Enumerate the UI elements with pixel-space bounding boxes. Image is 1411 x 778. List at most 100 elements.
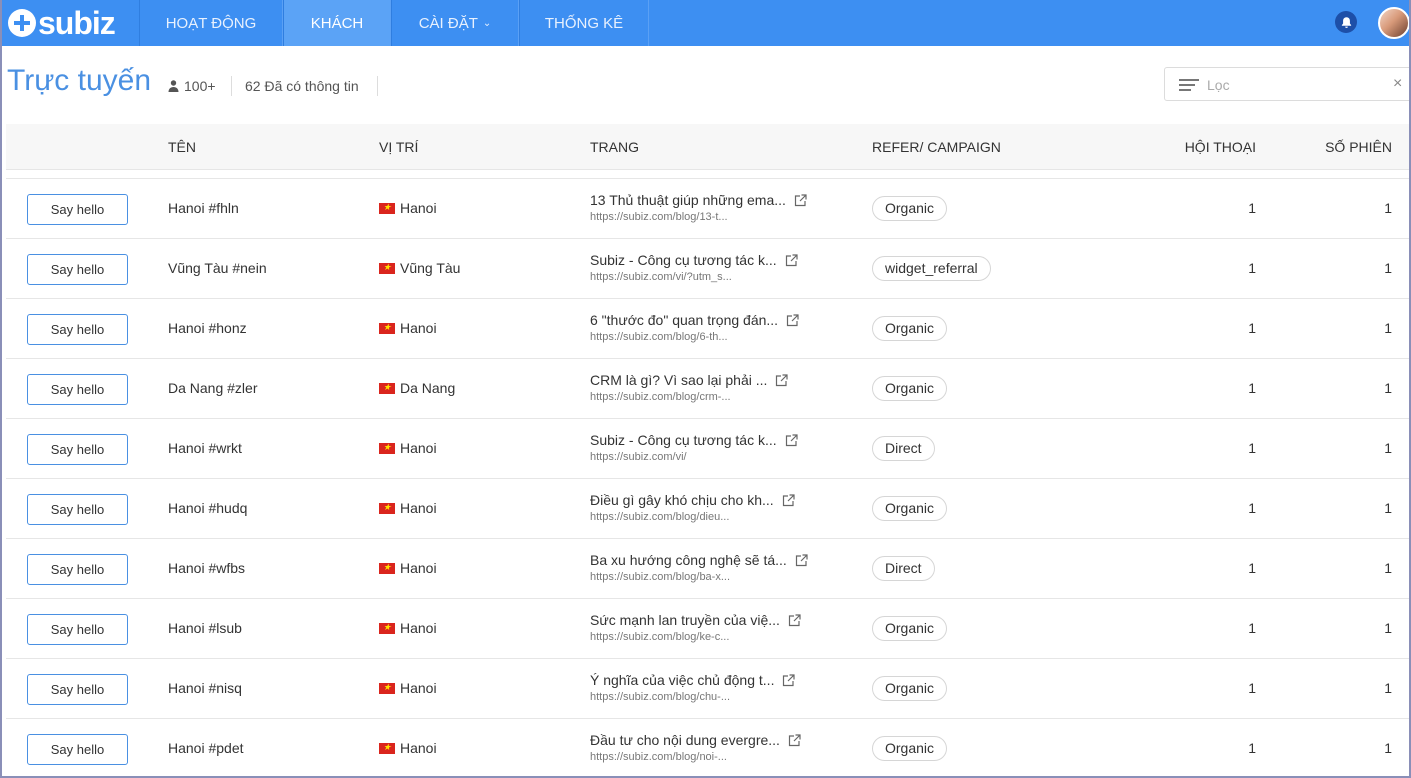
page-title-link[interactable]: Sức mạnh lan truyền của việ...: [590, 612, 780, 628]
filter-input[interactable]: [1207, 75, 1377, 95]
table-row[interactable]: Say hello Hanoi #nisq Hanoi Ý nghĩa của …: [6, 658, 1409, 718]
visitor-page: CRM là gì? Vì sao lại phải ... https://s…: [590, 372, 840, 403]
nav-item-statistics[interactable]: THỐNG KÊ: [519, 0, 649, 46]
say-hello-button[interactable]: Say hello: [27, 314, 128, 345]
refer-badge: Direct: [872, 436, 935, 461]
subiz-logo[interactable]: subiz: [8, 6, 116, 40]
session-count: 1: [1384, 620, 1392, 636]
page-title-link[interactable]: CRM là gì? Vì sao lại phải ...: [590, 372, 767, 388]
location-label: Vũng Tàu: [400, 260, 461, 276]
external-link-icon[interactable]: [786, 313, 799, 327]
page-title-link[interactable]: Subiz - Công cụ tương tác k...: [590, 252, 777, 268]
visitor-name[interactable]: Hanoi #wfbs: [168, 560, 245, 576]
page-url: https://subiz.com/blog/6-th...: [590, 331, 728, 343]
session-count: 1: [1384, 440, 1392, 456]
page-url: https://subiz.com/blog/13-t...: [590, 211, 728, 223]
table-row[interactable]: Say hello Hanoi #lsub Hanoi Sức mạnh lan…: [6, 598, 1409, 658]
visitor-name[interactable]: Hanoi #nisq: [168, 680, 242, 696]
column-header-refer[interactable]: REFER/ CAMPAIGN: [872, 139, 1001, 155]
external-link-icon[interactable]: [795, 553, 808, 567]
main-nav: HOẠT ĐỘNG KHÁCH CÀI ĐẶT ⌄ THỐNG KÊ: [139, 0, 649, 46]
page-title-link[interactable]: 13 Thủ thuật giúp những ema...: [590, 192, 786, 208]
say-hello-button[interactable]: Say hello: [27, 614, 128, 645]
visitor-page: Subiz - Công cụ tương tác k... https://s…: [590, 432, 840, 463]
page-url: https://subiz.com/vi/: [590, 451, 687, 463]
page-url: https://subiz.com/blog/ba-x...: [590, 571, 731, 583]
visitor-name[interactable]: Hanoi #lsub: [168, 620, 242, 636]
column-header-page[interactable]: TRANG: [590, 139, 639, 155]
conversation-count: 1: [1248, 200, 1256, 216]
say-hello-button[interactable]: Say hello: [27, 374, 128, 405]
column-header-location[interactable]: VỊ TRÍ: [379, 139, 418, 155]
visitor-page: Sức mạnh lan truyền của việ... https://s…: [590, 612, 840, 643]
say-hello-button[interactable]: Say hello: [27, 554, 128, 585]
table-row[interactable]: Say hello Hanoi #honz Hanoi 6 "thước đo"…: [6, 298, 1409, 358]
page-url: https://subiz.com/blog/noi-...: [590, 751, 727, 763]
filter-lines-icon[interactable]: [1179, 79, 1199, 91]
say-hello-button[interactable]: Say hello: [27, 254, 128, 285]
say-hello-button[interactable]: Say hello: [27, 194, 128, 225]
visitor-name[interactable]: Hanoi #wrkt: [168, 440, 242, 456]
avatar[interactable]: [1378, 7, 1409, 39]
page-title: Trực tuyến: [7, 64, 152, 97]
nav-item-visitors[interactable]: KHÁCH: [283, 0, 391, 46]
location-label: Hanoi: [400, 500, 437, 516]
visitor-name[interactable]: Vũng Tàu #nein: [168, 260, 267, 276]
say-hello-button[interactable]: Say hello: [27, 494, 128, 525]
column-header-conversations[interactable]: HỘI THOẠI: [1156, 139, 1256, 155]
say-hello-button[interactable]: Say hello: [27, 434, 128, 465]
page-title-link[interactable]: Điều gì gây khó chịu cho kh...: [590, 492, 774, 508]
external-link-icon[interactable]: [785, 253, 798, 267]
external-link-icon[interactable]: [785, 433, 798, 447]
bell-icon[interactable]: [1335, 11, 1357, 33]
table-row[interactable]: Say hello Hanoi #pdet Hanoi Đầu tư cho n…: [6, 718, 1409, 776]
location-label: Da Nang: [400, 380, 456, 396]
conversation-count: 1: [1248, 320, 1256, 336]
close-icon[interactable]: ×: [1393, 75, 1402, 93]
conversation-count: 1: [1248, 740, 1256, 756]
visitor-name[interactable]: Hanoi #honz: [168, 320, 247, 336]
say-hello-button[interactable]: Say hello: [27, 674, 128, 705]
users-count-value: 100+: [184, 78, 216, 94]
session-count: 1: [1384, 380, 1392, 396]
say-hello-button[interactable]: Say hello: [27, 734, 128, 765]
divider: [377, 76, 378, 96]
column-header-name[interactable]: TÊN: [168, 139, 196, 155]
table-row[interactable]: Say hello Vũng Tàu #nein Vũng Tàu Subiz …: [6, 238, 1409, 298]
external-link-icon[interactable]: [782, 493, 795, 507]
vietnam-flag-icon: [379, 740, 395, 754]
table-row[interactable]: Say hello Hanoi #fhln Hanoi 13 Thủ thuật…: [6, 178, 1409, 238]
visitor-name[interactable]: Hanoi #fhln: [168, 200, 239, 216]
page-title-link[interactable]: 6 "thước đo" quan trọng đán...: [590, 312, 778, 328]
location-label: Hanoi: [400, 740, 437, 756]
external-link-icon[interactable]: [788, 733, 801, 747]
visitor-name[interactable]: Da Nang #zler: [168, 380, 258, 396]
session-count: 1: [1384, 680, 1392, 696]
conversation-count: 1: [1248, 440, 1256, 456]
page-title-link[interactable]: Subiz - Công cụ tương tác k...: [590, 432, 777, 448]
app-window: subiz HOẠT ĐỘNG KHÁCH CÀI ĐẶT ⌄ THỐNG KÊ…: [0, 0, 1411, 778]
external-link-icon[interactable]: [794, 193, 807, 207]
vietnam-flag-icon: [379, 500, 395, 514]
refer-badge: Organic: [872, 496, 948, 521]
page-title-link[interactable]: Ba xu hướng công nghệ sẽ tá...: [590, 552, 787, 568]
visitor-name[interactable]: Hanoi #pdet: [168, 740, 244, 756]
nav-item-activity[interactable]: HOẠT ĐỘNG: [139, 0, 283, 46]
table-row[interactable]: Say hello Da Nang #zler Da Nang CRM là g…: [6, 358, 1409, 418]
table-row[interactable]: Say hello Hanoi #hudq Hanoi Điều gì gây …: [6, 478, 1409, 538]
table-row[interactable]: Say hello Hanoi #wfbs Hanoi Ba xu hướng …: [6, 538, 1409, 598]
table-row[interactable]: Say hello Hanoi #wrkt Hanoi Subiz - Công…: [6, 418, 1409, 478]
visitor-name[interactable]: Hanoi #hudq: [168, 500, 247, 516]
nav-item-settings[interactable]: CÀI ĐẶT ⌄: [391, 0, 519, 46]
chevron-down-icon: ⌄: [482, 17, 492, 29]
page-title-link[interactable]: Ý nghĩa của việc chủ động t...: [590, 672, 774, 688]
visitor-page: 13 Thủ thuật giúp những ema... https://s…: [590, 192, 840, 223]
external-link-icon[interactable]: [782, 673, 796, 687]
external-link-icon[interactable]: [788, 613, 801, 627]
external-link-icon[interactable]: [775, 373, 789, 387]
page-title-link[interactable]: Đầu tư cho nội dung evergre...: [590, 732, 780, 748]
page-url: https://subiz.com/vi/?utm_s...: [590, 271, 732, 283]
vietnam-flag-icon: [379, 380, 395, 394]
column-header-sessions[interactable]: SỐ PHIÊN: [1296, 139, 1392, 155]
location-label: Hanoi: [400, 320, 437, 336]
